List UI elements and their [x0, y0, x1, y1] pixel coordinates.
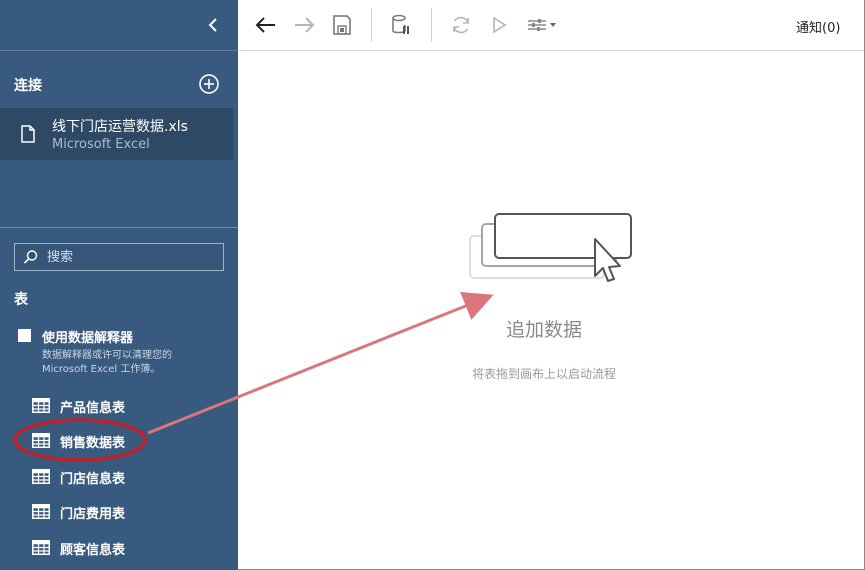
save-button[interactable]: [330, 13, 354, 37]
tables-heading: 表: [14, 292, 28, 308]
refresh-icon: [453, 16, 469, 34]
connections-heading: 连接: [14, 78, 42, 94]
toolbar-separator: [371, 8, 372, 42]
table-grid-icon: [32, 504, 50, 519]
table-name: 销售数据表: [60, 436, 126, 451]
data-interpreter-description: 数据解释器或许可以清理您的 Microsoft Excel 工作簿。: [42, 350, 172, 375]
add-connection-button[interactable]: [198, 73, 220, 95]
data-interpreter-label: 使用数据解释器: [42, 331, 134, 346]
extract-button[interactable]: [389, 13, 413, 37]
file-icon: [21, 125, 35, 143]
sidebar-header: [0, 0, 238, 51]
chevron-left-icon: [208, 18, 217, 32]
notifications-button[interactable]: 通知(0): [796, 17, 840, 36]
table-name: 门店信息表: [60, 472, 126, 487]
table-name: 产品信息表: [60, 401, 126, 416]
back-button[interactable]: [254, 13, 278, 37]
table-grid-icon: [32, 433, 50, 448]
arrow-right-icon: [295, 17, 315, 33]
refresh-button[interactable]: [449, 13, 473, 37]
run-button[interactable]: [487, 13, 511, 37]
sidebar: 连接 线下门店运营数据.xls Microsoft Excel 表 使用数据解释…: [0, 0, 238, 570]
toolbar-separator: [431, 8, 432, 42]
save-icon: [333, 15, 351, 35]
table-item[interactable]: 门店费用表: [32, 500, 222, 524]
data-interpreter-checkbox[interactable]: [18, 329, 31, 342]
add-data-hint: 将表拖到画布上以启动流程: [471, 367, 616, 381]
play-icon: [493, 16, 507, 34]
connection-type: Microsoft Excel: [52, 137, 150, 152]
table-grid-icon: [32, 540, 50, 555]
table-item[interactable]: 门店信息表: [32, 465, 222, 489]
plus-circle-icon: [199, 74, 219, 94]
sliders-icon: [528, 19, 556, 31]
search-icon: [23, 250, 38, 264]
add-data-illustration: [469, 213, 632, 282]
sidebar-divider: [0, 227, 238, 228]
settings-dropdown-button[interactable]: [525, 13, 561, 37]
table-item[interactable]: 产品信息表: [32, 394, 222, 418]
table-grid-icon: [32, 469, 50, 484]
collapse-sidebar-button[interactable]: [202, 14, 224, 36]
search-field[interactable]: [14, 243, 224, 271]
table-item[interactable]: 顾客信息表: [32, 536, 222, 560]
connection-name: 线下门店运营数据.xls: [52, 119, 188, 135]
connection-item[interactable]: 线下门店运营数据.xls Microsoft Excel: [0, 108, 233, 160]
arrow-left-icon: [255, 17, 275, 33]
database-pause-icon: [392, 14, 409, 34]
table-name: 顾客信息表: [60, 543, 126, 558]
table-grid-icon: [32, 398, 50, 413]
toolbar: 通知(0): [238, 0, 864, 51]
forward-button[interactable]: [292, 13, 316, 37]
search-input[interactable]: [45, 247, 219, 267]
flow-canvas[interactable]: [238, 51, 864, 569]
table-item-sales[interactable]: 销售数据表: [32, 429, 222, 453]
table-name: 门店费用表: [60, 507, 126, 522]
add-data-title: 追加数据: [505, 319, 582, 341]
